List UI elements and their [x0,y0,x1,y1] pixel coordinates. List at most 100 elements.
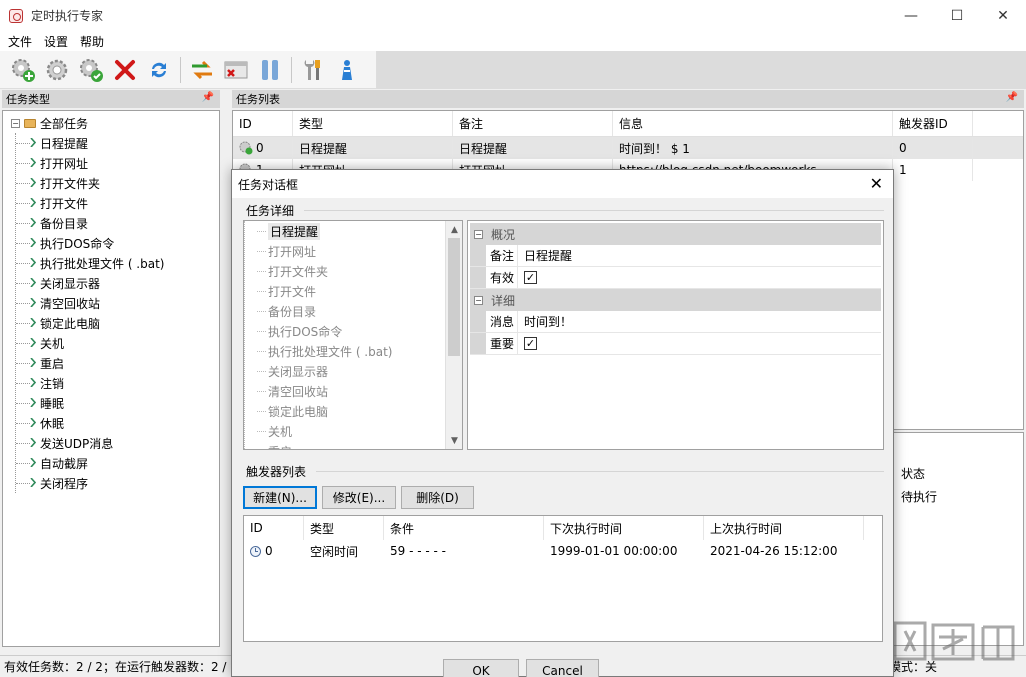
tree-item[interactable]: 打开网址 [16,153,164,173]
delete-trigger-button[interactable]: 删除(D) [401,486,474,509]
menu-file[interactable]: 文件 [2,33,38,50]
pause-button[interactable] [255,55,285,85]
scroll-up-icon[interactable]: ▲ [446,221,462,238]
tree-item[interactable]: 打开文件夹 [16,173,164,193]
dialog-list-item[interactable]: 锁定此电脑 [245,401,450,421]
property-row-important[interactable]: 重要 ✓ [470,333,881,355]
collapse-icon[interactable]: − [11,119,20,128]
refresh-button[interactable] [144,55,174,85]
column-header-id[interactable]: ID [233,111,293,136]
dialog-list-item[interactable]: 关闭显示器 [245,361,450,381]
dialog-list-item[interactable]: 执行批处理文件 ( .bat) [245,341,450,361]
collapse-icon[interactable]: − [474,229,483,239]
cancel-button[interactable]: Cancel [526,659,599,677]
enable-task-button[interactable] [76,55,106,85]
collapse-icon[interactable]: − [474,295,483,305]
tree-item[interactable]: 睡眠 [16,393,164,413]
disable-button[interactable] [221,55,251,85]
dialog-list-item[interactable]: 打开文件 [245,281,450,301]
tree-item[interactable]: 日程提醒 [16,133,164,153]
trigger-col-id[interactable]: ID [244,516,304,540]
dialog-list-item[interactable]: 重启 [245,441,450,450]
delete-task-button[interactable] [110,55,140,85]
tree-item[interactable]: 关机 [16,333,164,353]
dialog-list-item[interactable]: 清空回收站 [245,381,450,401]
tree-item-label: 执行DOS命令 [40,236,115,251]
tree-item[interactable]: 备份目录 [16,213,164,233]
dialog-list-item[interactable]: 备份目录 [245,301,450,321]
tree-item[interactable]: 执行批处理文件 ( .bat) [16,253,164,273]
ok-button[interactable]: OK [443,659,519,677]
task-leaf-icon [30,398,36,407]
minimize-button[interactable]: — [888,0,934,31]
scroll-down-icon[interactable]: ▼ [446,432,462,449]
note-value[interactable]: 日程提醒 [518,245,572,266]
vertical-scrollbar[interactable]: ▲ ▼ [445,221,462,449]
scroll-thumb[interactable] [448,238,460,356]
user-button[interactable] [332,55,362,85]
dialog-list-item[interactable]: 关机 [245,421,450,441]
tree-item[interactable]: 关闭显示器 [16,273,164,293]
pin-icon[interactable]: 📌 [202,92,214,103]
tree-item[interactable]: 休眠 [16,413,164,433]
column-header-trigger-id[interactable]: 触发器ID [893,111,973,136]
property-row-enabled[interactable]: 有效 ✓ [470,267,881,289]
settings-task-button[interactable] [42,55,72,85]
close-button[interactable]: ✕ [980,0,1026,31]
trigger-col-last-time[interactable]: 上次执行时间 [704,516,864,540]
dialog-title-bar: 任务对话框 ✕ [232,170,893,198]
tree-item[interactable]: 重启 [16,353,164,373]
menu-help[interactable]: 帮助 [74,33,110,50]
trigger-col-type[interactable]: 类型 [304,516,384,540]
task-row[interactable]: 0 日程提醒 日程提醒 时间到！ $ 1 0 [233,137,1023,159]
category-details[interactable]: − 详细 [470,289,881,311]
trigger-row[interactable]: 0 空闲时间 59 - - - - - 1999-01-01 00:00:00 … [244,540,882,562]
trigger-col-next-time[interactable]: 下次执行时间 [544,516,704,540]
pin-icon[interactable]: 📌 [1006,92,1018,103]
property-row-note[interactable]: 备注 日程提醒 [470,245,881,267]
tree-item[interactable]: 注销 [16,373,164,393]
task-types-header: 任务类型 📌 [2,90,220,108]
dialog-list-item[interactable]: 执行DOS命令 [245,321,450,341]
dialog-close-button[interactable]: ✕ [870,174,883,193]
dialog-list-item[interactable]: 打开文件夹 [245,261,450,281]
tree-item[interactable]: 锁定此电脑 [16,313,164,333]
tree-item[interactable]: 发送UDP消息 [16,433,164,453]
tree-root[interactable]: − 全部任务 [11,115,88,132]
folder-icon [24,119,36,128]
important-value: ✓ [518,333,537,354]
column-header-type[interactable]: 类型 [293,111,453,136]
message-value[interactable]: 时间到！ [518,311,572,332]
user-icon [342,59,352,80]
toolbar [0,51,377,89]
task-leaf-icon [30,238,36,247]
dialog-list-item[interactable]: 打开网址 [245,241,450,261]
category-overview[interactable]: − 概况 [470,223,881,245]
tree-root-label: 全部任务 [40,117,89,131]
switch-button[interactable] [187,55,217,85]
add-task-button[interactable] [8,55,38,85]
tree-item[interactable]: 自动截屏 [16,453,164,473]
dialog-list-item-label: 关闭显示器 [268,364,329,379]
tools-button[interactable] [298,55,328,85]
tree-item[interactable]: 清空回收站 [16,293,164,313]
trigger-last-time: 2021-04-26 15:12:00 [710,544,838,558]
trigger-col-condition[interactable]: 条件 [384,516,544,540]
enabled-checkbox[interactable]: ✓ [524,271,537,284]
important-checkbox[interactable]: ✓ [524,337,537,350]
task-list-column-headers: ID 类型 备注 信息 触发器ID [233,111,1023,137]
tree-item[interactable]: 关闭程序 [16,473,164,493]
column-header-info[interactable]: 信息 [613,111,893,136]
new-trigger-button[interactable]: 新建(N)... [243,486,317,509]
task-id-cell: 0 [233,137,293,159]
dialog-list-item[interactable]: 日程提醒 [245,221,450,241]
tree-item[interactable]: 执行DOS命令 [16,233,164,253]
property-row-message[interactable]: 消息 时间到！ [470,311,881,333]
tree-item[interactable]: 打开文件 [16,193,164,213]
maximize-button[interactable]: ☐ [934,0,980,31]
dialog-list-item-label: 打开文件夹 [268,264,329,279]
column-header-note[interactable]: 备注 [453,111,613,136]
menu-settings[interactable]: 设置 [38,33,74,50]
status-column-header[interactable]: 状态 [901,465,925,482]
edit-trigger-button[interactable]: 修改(E)... [322,486,396,509]
